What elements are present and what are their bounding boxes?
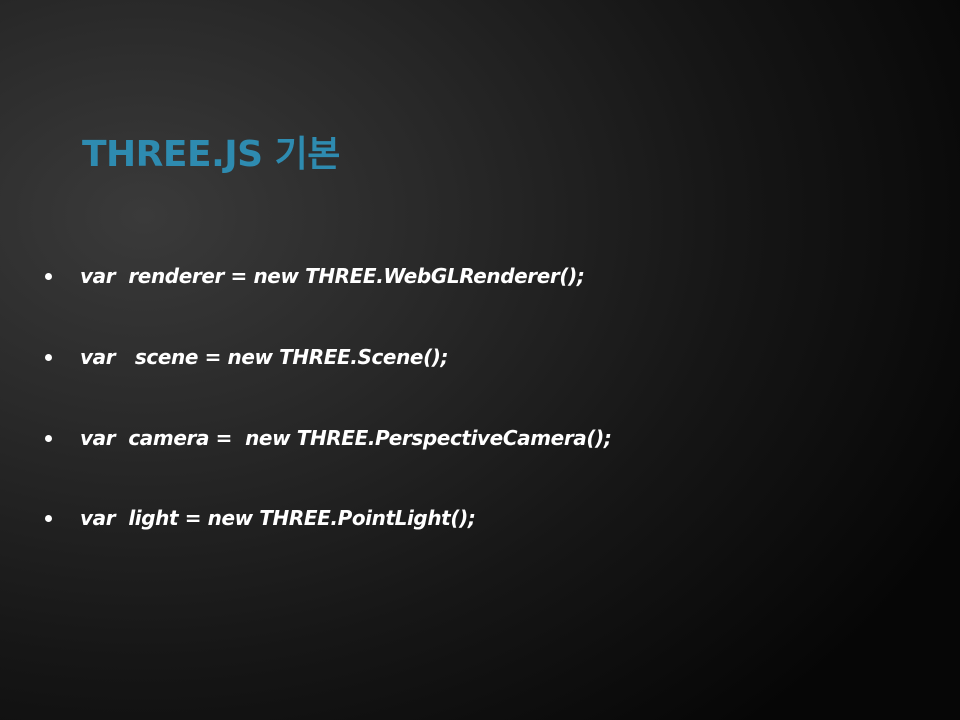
bullet-item: var light = new THREE.PointLight(); [0, 504, 900, 544]
bullet-text: var light = new THREE.PointLight(); [80, 506, 476, 530]
bullet-dot-icon [45, 273, 52, 280]
bullet-dot-icon [45, 435, 52, 442]
bullet-text: var scene = new THREE.Scene(); [80, 345, 449, 369]
bullet-item: var scene = new THREE.Scene(); [0, 343, 900, 383]
bullet-dot-icon [45, 515, 52, 522]
slide: THREE.JS 기본 var renderer = new THREE.Web… [0, 0, 960, 720]
bullet-item: var renderer = new THREE.WebGLRenderer()… [0, 262, 900, 302]
bullet-text: var camera = new THREE.PerspectiveCamera… [80, 426, 612, 450]
bullet-text: var renderer = new THREE.WebGLRenderer()… [80, 264, 585, 288]
slide-title: THREE.JS 기본 [82, 134, 340, 175]
bullet-dot-icon [45, 354, 52, 361]
bullet-item: var camera = new THREE.PerspectiveCamera… [0, 424, 900, 464]
